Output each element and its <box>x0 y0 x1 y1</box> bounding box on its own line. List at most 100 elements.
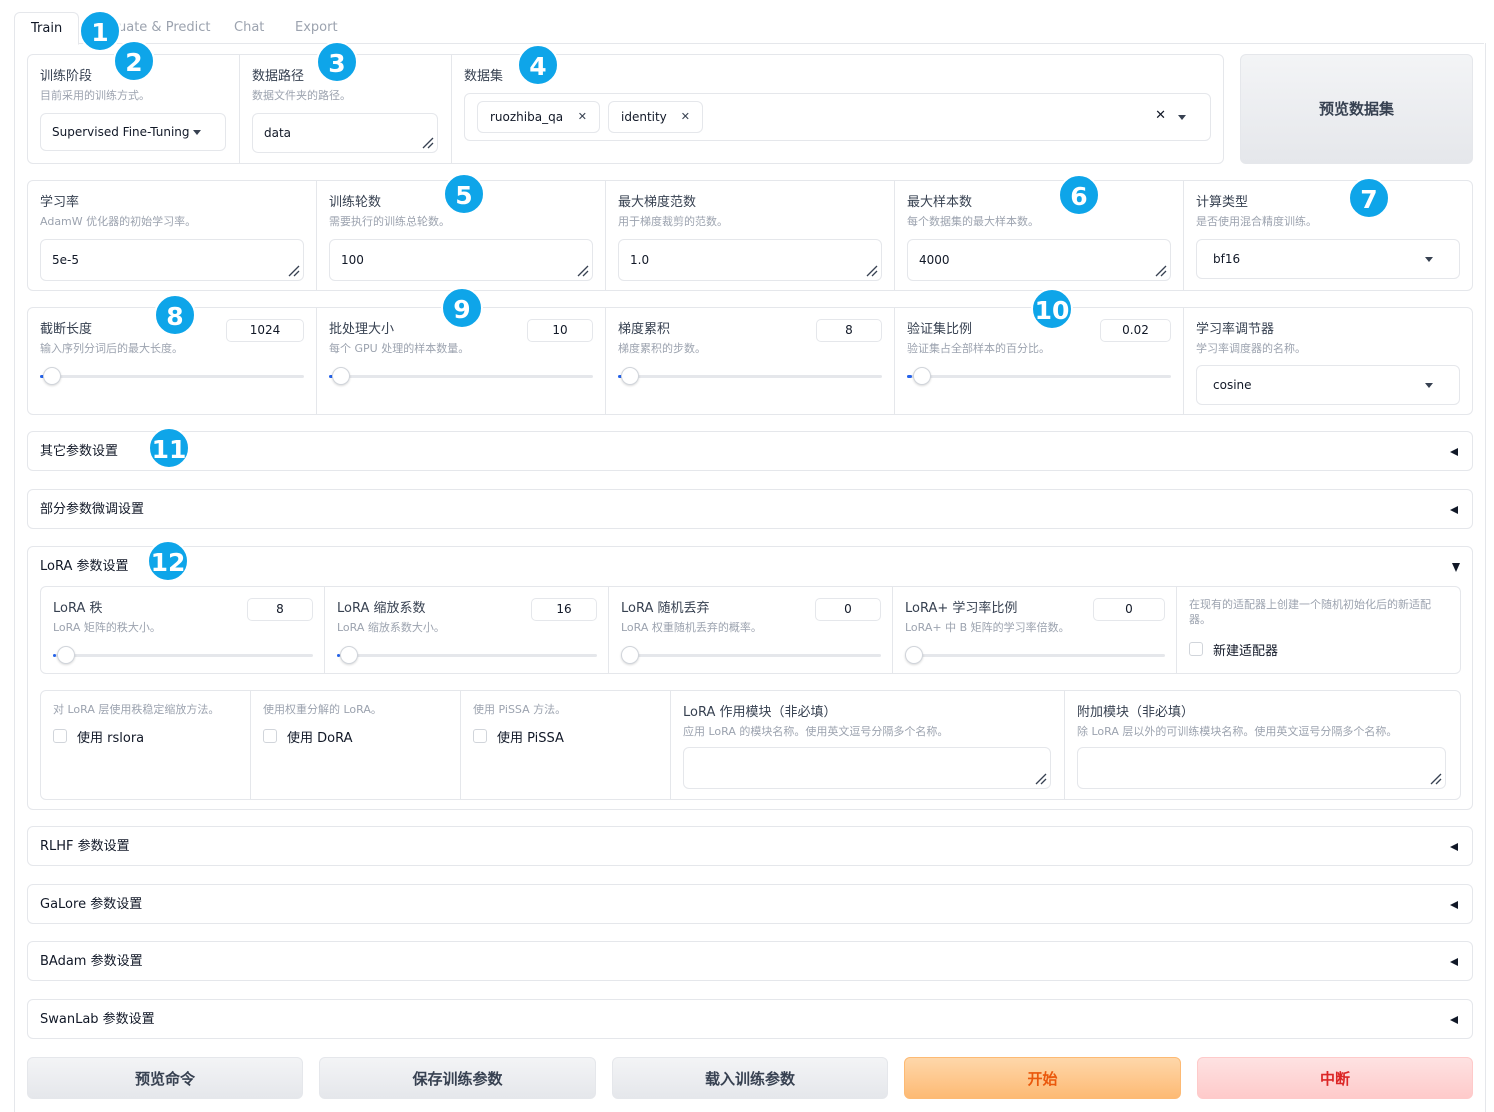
resize-handle-icon[interactable] <box>420 135 434 149</box>
cutoff-len-number[interactable]: 1024 <box>226 319 304 342</box>
loraplus-lr-slider-track[interactable] <box>905 654 1165 657</box>
dora-info: 使用权重分解的 LoRA。 <box>263 703 382 716</box>
resize-handle-icon[interactable] <box>1428 771 1442 785</box>
learning-rate-cell: 学习率 AdamW 优化器的初始学习率。 5e-5 <box>28 181 317 290</box>
additional-target-info: 除 LoRA 层以外的可训练模块名称。使用英文逗号分隔多个名称。 <box>1077 725 1398 738</box>
dora-checkbox[interactable] <box>263 729 277 743</box>
chevron-down-icon <box>1425 383 1433 388</box>
stop-button[interactable]: 中断 <box>1197 1057 1473 1099</box>
val-size-number[interactable]: 0.02 <box>1100 319 1171 342</box>
annotation-badge: 2 <box>113 40 155 82</box>
lr-scheduler-cell: 学习率调节器 学习率调度器的名称。 cosine <box>1184 308 1472 414</box>
accordion-rlhf[interactable]: RLHF 参数设置 <box>27 826 1473 866</box>
tab-export[interactable]: Export <box>279 12 354 44</box>
compute-type-cell: 计算类型 是否使用混合精度训练。 bf16 <box>1184 181 1472 290</box>
loraplus-lr-info: LoRA+ 中 B 矩阵的学习率倍数。 <box>905 621 1070 634</box>
lora-rank-number[interactable]: 8 <box>247 598 313 621</box>
accordion-galore[interactable]: GaLore 参数设置 <box>27 884 1473 924</box>
pissa-cell: 使用 PiSSA 方法。 使用 PiSSA <box>461 691 671 799</box>
remove-chip-icon[interactable]: ✕ <box>681 102 690 132</box>
load-args-button[interactable]: 载入训练参数 <box>612 1057 888 1099</box>
data-dir-input[interactable]: data <box>252 113 438 153</box>
new-adapter-checkbox[interactable] <box>1189 642 1203 656</box>
preview-command-button[interactable]: 预览命令 <box>27 1057 303 1099</box>
accordion-swanlab-title: SwanLab 参数设置 <box>40 1012 155 1027</box>
val-size-slider-thumb[interactable] <box>913 367 931 385</box>
rslora-label: 使用 rslora <box>77 731 145 746</box>
cutoff-len-slider-thumb[interactable] <box>43 367 61 385</box>
accordion-freeze[interactable]: 部分参数微调设置 <box>27 489 1473 529</box>
epochs-input[interactable]: 100 <box>329 239 593 281</box>
pissa-checkbox[interactable] <box>473 729 487 743</box>
annotation-badge: 7 <box>1348 177 1390 219</box>
compute-type-dropdown[interactable]: bf16 <box>1196 239 1460 279</box>
annotation-badge: 1 <box>79 10 121 52</box>
learning-rate-input[interactable]: 5e-5 <box>40 239 304 281</box>
lora-alpha-label: LoRA 缩放系数 <box>337 601 426 616</box>
resize-handle-icon[interactable] <box>286 263 300 277</box>
batch-size-number[interactable]: 10 <box>527 319 593 342</box>
grad-accum-slider-thumb[interactable] <box>621 367 639 385</box>
accordion-extra[interactable]: 其它参数设置 <box>27 431 1473 471</box>
val-size-label: 验证集比例 <box>907 322 973 337</box>
row1-panel: 训练阶段 目前采用的训练方式。 Supervised Fine-Tuning 数… <box>27 54 1224 164</box>
loraplus-lr-slider-thumb[interactable] <box>905 646 923 664</box>
lora-rank-slider-track[interactable] <box>53 654 313 657</box>
grad-accum-info: 梯度累积的步数。 <box>618 342 706 355</box>
clear-icon[interactable]: ✕ <box>1155 108 1166 123</box>
batch-size-slider-track[interactable] <box>329 375 593 378</box>
max-samples-info: 每个数据集的最大样本数。 <box>907 215 1039 228</box>
val-size-slider-track[interactable] <box>907 375 1171 378</box>
tab-train[interactable]: Train <box>14 12 80 45</box>
dataset-cell: 数据集 ruozhiba_qa ✕ identity ✕ ✕ <box>452 55 1223 163</box>
resize-handle-icon[interactable] <box>575 263 589 277</box>
preview-dataset-button[interactable]: 预览数据集 <box>1240 54 1473 164</box>
dora-label: 使用 DoRA <box>287 731 353 746</box>
dataset-chip[interactable]: identity ✕ <box>608 101 703 133</box>
annotation-badge: 4 <box>517 44 559 86</box>
dataset-chip-label: identity <box>621 110 667 124</box>
accordion-freeze-title: 部分参数微调设置 <box>40 502 145 517</box>
lr-scheduler-dropdown[interactable]: cosine <box>1196 365 1460 405</box>
lora-alpha-info: LoRA 缩放系数大小。 <box>337 621 445 634</box>
dataset-multiselect[interactable]: ruozhiba_qa ✕ identity ✕ ✕ <box>464 93 1211 141</box>
tab-chat[interactable]: Chat <box>218 12 280 44</box>
accordion-extra-title: 其它参数设置 <box>40 444 119 459</box>
lora-alpha-number[interactable]: 16 <box>531 598 597 621</box>
save-args-button[interactable]: 保存训练参数 <box>319 1057 596 1099</box>
additional-target-input[interactable] <box>1077 747 1446 789</box>
lora-dropout-slider-thumb[interactable] <box>621 646 639 664</box>
accordion-swanlab[interactable]: SwanLab 参数设置 <box>27 999 1473 1039</box>
chevron-down-icon[interactable] <box>1178 115 1186 120</box>
slider-fill <box>53 654 56 657</box>
expand-arrow-icon <box>1452 563 1460 572</box>
stage-dropdown[interactable]: Supervised Fine-Tuning <box>40 113 226 151</box>
resize-handle-icon[interactable] <box>1033 771 1047 785</box>
lora-alpha-slider-thumb[interactable] <box>340 646 358 664</box>
grad-accum-slider-track[interactable] <box>618 375 882 378</box>
lora-dropout-number[interactable]: 0 <box>815 598 881 621</box>
lora-alpha-slider-track[interactable] <box>337 654 597 657</box>
lora-rank-slider-thumb[interactable] <box>57 646 75 664</box>
lora-row-options: 对 LoRA 层使用秩稳定缩放方法。 使用 rslora 使用权重分解的 LoR… <box>40 690 1461 800</box>
max-grad-norm-input[interactable]: 1.0 <box>618 239 882 281</box>
max-grad-norm-cell: 最大梯度范数 用于梯度裁剪的范数。 1.0 <box>606 181 895 290</box>
accordion-lora-header[interactable]: LoRA 参数设置 <box>28 547 1472 585</box>
dataset-chip[interactable]: ruozhiba_qa ✕ <box>477 101 600 133</box>
max-samples-label: 最大样本数 <box>907 195 973 210</box>
start-button[interactable]: 开始 <box>904 1057 1181 1099</box>
max-samples-input[interactable]: 4000 <box>907 239 1171 281</box>
resize-handle-icon[interactable] <box>1153 263 1167 277</box>
lora-dropout-slider-track[interactable] <box>621 654 881 657</box>
cutoff-len-slider-track[interactable] <box>40 375 304 378</box>
resize-handle-icon[interactable] <box>864 263 878 277</box>
lora-target-input[interactable] <box>683 747 1051 789</box>
dataset-label: 数据集 <box>464 69 504 84</box>
grad-accum-number[interactable]: 8 <box>816 319 882 342</box>
batch-size-slider-thumb[interactable] <box>332 367 350 385</box>
rslora-checkbox[interactable] <box>53 729 67 743</box>
tab-bar: Train uate & Predict Chat Export <box>14 12 1484 45</box>
accordion-badam[interactable]: BAdam 参数设置 <box>27 941 1473 981</box>
remove-chip-icon[interactable]: ✕ <box>578 102 587 132</box>
loraplus-lr-number[interactable]: 0 <box>1093 598 1165 621</box>
